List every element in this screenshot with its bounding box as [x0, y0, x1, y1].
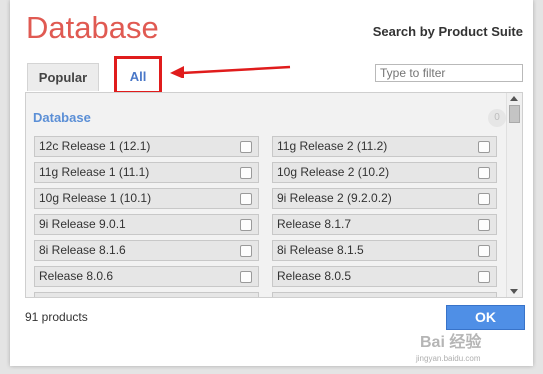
item-label: 8i Release 8.1.6: [39, 243, 126, 257]
item-label: Release 8.0.5: [277, 269, 352, 283]
item-label: 11g Release 1 (11.1): [39, 165, 150, 179]
tab-popular[interactable]: Popular: [27, 63, 99, 91]
watermark-logo: Bai 经验: [420, 334, 482, 351]
list-item[interactable]: 9i Release 2 (9.2.0.2): [272, 188, 497, 209]
item-checkbox[interactable]: [478, 193, 490, 205]
list-item[interactable]: 8i Release 8.1.5: [272, 240, 497, 261]
item-checkbox[interactable]: [240, 193, 252, 205]
tab-all[interactable]: All: [114, 56, 162, 94]
ok-button[interactable]: OK: [446, 305, 525, 330]
scroll-up-icon[interactable]: [510, 96, 518, 101]
list-item[interactable]: 10g Release 2 (10.2): [272, 162, 497, 183]
item-checkbox[interactable]: [240, 141, 252, 153]
item-label: 10g Release 2 (10.2): [277, 165, 390, 179]
watermark-url: jingyan.baidu.com: [416, 354, 481, 363]
list-item[interactable]: 11g Release 1 (11.1): [34, 162, 259, 183]
section-heading: Database: [33, 110, 91, 125]
list-item[interactable]: Release 8.1.7: [272, 214, 497, 235]
item-checkbox[interactable]: [240, 271, 252, 283]
list-item[interactable]: Release 8.0.6: [34, 266, 259, 287]
list-item-partial[interactable]: [272, 292, 497, 297]
item-checkbox[interactable]: [240, 219, 252, 231]
section-count-badge: 0: [488, 109, 506, 127]
scroll-thumb[interactable]: [509, 105, 520, 123]
filter-input[interactable]: [375, 64, 523, 82]
item-label: 12c Release 1 (12.1): [39, 139, 151, 153]
item-label: 11g Release 2 (11.2): [277, 139, 388, 153]
item-label: 9i Release 2 (9.2.0.2): [277, 191, 392, 205]
item-label: 9i Release 9.0.1: [39, 217, 126, 231]
dialog-subtitle: Search by Product Suite: [372, 24, 523, 39]
product-list-panel: Database 0 12c Release 1 (12.1) 11g Rele…: [25, 92, 523, 298]
item-label: Release 8.1.7: [277, 217, 352, 231]
list-item[interactable]: 8i Release 8.1.6: [34, 240, 259, 261]
list-scrollbar[interactable]: [506, 93, 522, 297]
page-title: Database: [26, 10, 159, 45]
item-checkbox[interactable]: [478, 167, 490, 179]
item-checkbox[interactable]: [478, 245, 490, 257]
scroll-down-icon[interactable]: [510, 289, 518, 294]
product-suite-dialog: Database Search by Product Suite Popular…: [10, 0, 533, 366]
item-label: 8i Release 8.1.5: [277, 243, 364, 257]
list-item-partial[interactable]: [34, 292, 259, 297]
item-checkbox[interactable]: [240, 167, 252, 179]
item-checkbox[interactable]: [240, 245, 252, 257]
annotation-arrow: [170, 65, 291, 78]
item-checkbox[interactable]: [478, 141, 490, 153]
product-count: 91 products: [25, 310, 88, 324]
list-item[interactable]: 9i Release 9.0.1: [34, 214, 259, 235]
list-item[interactable]: 12c Release 1 (12.1): [34, 136, 259, 157]
list-item[interactable]: Release 8.0.5: [272, 266, 497, 287]
item-checkbox[interactable]: [478, 271, 490, 283]
list-item[interactable]: 11g Release 2 (11.2): [272, 136, 497, 157]
list-item[interactable]: 10g Release 1 (10.1): [34, 188, 259, 209]
item-label: 10g Release 1 (10.1): [39, 191, 152, 205]
item-label: Release 8.0.6: [39, 269, 114, 283]
item-checkbox[interactable]: [478, 219, 490, 231]
